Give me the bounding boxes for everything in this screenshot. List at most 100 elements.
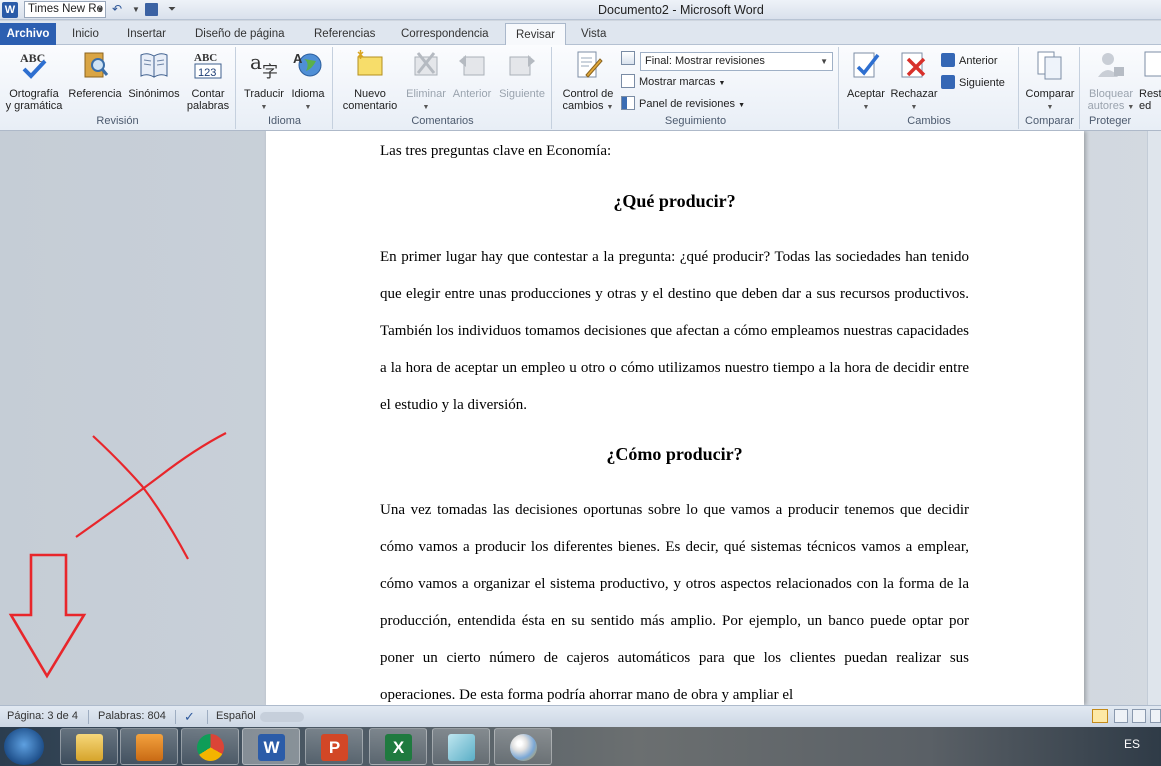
- tab-insertar[interactable]: Insertar: [117, 23, 176, 45]
- new-comment-label-2: comentario: [342, 100, 398, 112]
- paint-icon: [510, 734, 537, 761]
- research-label: Referencia: [68, 87, 122, 100]
- chevron-down-icon: ▼: [820, 57, 828, 66]
- track-changes-icon: [577, 51, 603, 78]
- tab-inicio[interactable]: Inicio: [62, 23, 109, 45]
- taskbar-window-app[interactable]: [432, 728, 490, 765]
- proofing-icon[interactable]: ✓: [184, 706, 195, 727]
- language-status[interactable]: Español: [216, 706, 256, 727]
- compare-icon: [1037, 51, 1062, 80]
- taskbar-excel[interactable]: X: [369, 728, 427, 765]
- block-authors-icon: [1098, 53, 1124, 77]
- previous-change-button[interactable]: Anterior: [941, 52, 998, 70]
- group-label-idioma: Idioma: [267, 115, 302, 127]
- chevron-down-icon[interactable]: ▼: [132, 2, 140, 17]
- word-count-label-2: palabras: [186, 100, 230, 112]
- group-proteger: Bloquear autores ▼ Rest ed Proteger: [1081, 47, 1161, 129]
- word-logo-icon[interactable]: W: [2, 2, 18, 18]
- taskbar-paint[interactable]: [494, 728, 552, 765]
- tab-vista[interactable]: Vista: [571, 23, 616, 45]
- print-layout-view-icon[interactable]: [1092, 709, 1108, 723]
- display-for-review-select[interactable]: Final: Mostrar revisiones ▼: [640, 52, 833, 71]
- tab-revisar[interactable]: Revisar: [505, 23, 566, 46]
- next-change-button[interactable]: Siguiente: [941, 74, 1005, 92]
- spelling-label-1: Ortografía: [9, 87, 59, 100]
- page-count-status[interactable]: Página: 3 de 4: [7, 706, 78, 727]
- vertical-scrollbar[interactable]: [1147, 131, 1161, 705]
- group-label-seguimiento: Seguimiento: [664, 115, 727, 127]
- taskbar-word[interactable]: W: [242, 728, 300, 765]
- chevron-down-icon: ▼: [862, 104, 870, 111]
- restrict-editing-label-2: ed: [1139, 100, 1152, 112]
- next-change-icon: [941, 75, 955, 89]
- tab-correspondencia[interactable]: Correspondencia: [391, 23, 499, 45]
- next-comment-button[interactable]: Siguiente: [495, 49, 549, 100]
- word-count-button[interactable]: ABC 123 Contar palabras: [184, 49, 232, 113]
- title-bar: W Times New Ro ▼ ↶ ▼ ⏷ Documento2 - Micr…: [0, 0, 1161, 20]
- reject-change-icon: [901, 52, 926, 78]
- tab-referencias[interactable]: Referencias: [304, 23, 385, 45]
- translate-icon: a 字: [250, 50, 278, 81]
- thesaurus-button[interactable]: Sinónimos: [126, 49, 182, 100]
- new-comment-label-1: Nuevo: [354, 87, 386, 100]
- new-comment-button[interactable]: Nuevo comentario: [338, 49, 402, 113]
- intro-line: Las tres preguntas clave en Economía:: [380, 143, 612, 159]
- previous-comment-button[interactable]: Anterior: [450, 49, 494, 100]
- reviewing-pane-button[interactable]: Panel de revisiones ▼: [621, 95, 745, 113]
- window-title: Documento2 - Microsoft Word: [598, 3, 764, 17]
- compare-button[interactable]: Comparar ▼: [1022, 49, 1078, 115]
- input-language-indicator[interactable]: ES: [1124, 737, 1140, 751]
- show-markup-button[interactable]: Mostrar marcas ▼: [621, 73, 725, 91]
- previous-comment-icon: [459, 55, 485, 76]
- group-comparar: Comparar ▼ Comparar: [1020, 47, 1080, 129]
- tab-diseno-de-pagina[interactable]: Diseño de página: [185, 23, 295, 45]
- svg-text:A: A: [293, 51, 303, 66]
- restrict-editing-button[interactable]: Rest ed: [1139, 49, 1161, 113]
- file-explorer-icon: [76, 734, 103, 761]
- delete-comment-button[interactable]: Eliminar ▼: [402, 49, 450, 115]
- font-name-combobox[interactable]: Times New Ro ▼: [24, 1, 106, 18]
- outline-view-icon[interactable]: [1150, 709, 1161, 723]
- block-authors-label-2: autores ▼: [1085, 100, 1137, 115]
- windows-start-icon[interactable]: [4, 728, 44, 765]
- chevron-down-icon: ▼: [96, 5, 104, 14]
- heading-que-producir: ¿Qué producir?: [613, 191, 736, 211]
- group-label-comparar: Comparar: [1025, 115, 1074, 127]
- show-markup-icon: [621, 74, 635, 88]
- accept-change-button[interactable]: Aceptar ▼: [844, 49, 888, 115]
- track-changes-button[interactable]: Control de cambios ▼: [557, 49, 619, 115]
- save-icon[interactable]: [145, 3, 158, 16]
- taskbar-explorer[interactable]: [60, 728, 118, 765]
- delete-comment-label: Eliminar: [406, 87, 446, 100]
- next-change-label: Siguiente: [959, 77, 1005, 89]
- language-label: Idioma: [291, 87, 325, 100]
- powerpoint-icon: P: [321, 734, 348, 761]
- customize-toolbar-icon[interactable]: ⏷: [168, 2, 176, 17]
- spelling-grammar-button[interactable]: ABC Ortografía y gramática: [4, 49, 64, 113]
- taskbar-chrome[interactable]: [181, 728, 239, 765]
- window-app-icon: [448, 734, 475, 761]
- markup-display-icon-row: [621, 50, 639, 68]
- font-name-value: Times New Ro: [28, 3, 103, 15]
- taskbar-powerpoint[interactable]: P: [305, 728, 363, 765]
- undo-icon[interactable]: ↶: [112, 2, 122, 17]
- block-authors-button[interactable]: Bloquear autores ▼: [1085, 49, 1137, 115]
- word-count-icon: ABC 123: [194, 52, 222, 79]
- word-count-status[interactable]: Palabras: 804: [98, 706, 166, 727]
- tab-archivo[interactable]: Archivo: [0, 23, 56, 45]
- block-authors-label-1: Bloquear: [1088, 87, 1134, 100]
- language-button[interactable]: A Idioma ▼: [287, 49, 329, 115]
- chevron-down-icon: ▼: [260, 104, 268, 111]
- block-authors-label-2-text: autores: [1087, 100, 1125, 112]
- research-button[interactable]: Referencia: [67, 49, 123, 100]
- document-workspace: Las tres preguntas clave en Economía: ¿Q…: [0, 131, 1161, 705]
- status-separator: [207, 710, 208, 724]
- reject-change-button[interactable]: Rechazar ▼: [890, 49, 938, 115]
- web-layout-icon[interactable]: [1132, 709, 1146, 723]
- translate-button[interactable]: a 字 Traducir ▼: [241, 49, 287, 115]
- document-page[interactable]: Las tres preguntas clave en Economía: ¿Q…: [266, 131, 1084, 705]
- taskbar-media-player[interactable]: [120, 728, 178, 765]
- full-screen-reading-icon[interactable]: [1114, 709, 1128, 723]
- display-for-review-value: Final: Mostrar revisiones: [645, 55, 765, 67]
- next-comment-label: Siguiente: [499, 87, 545, 100]
